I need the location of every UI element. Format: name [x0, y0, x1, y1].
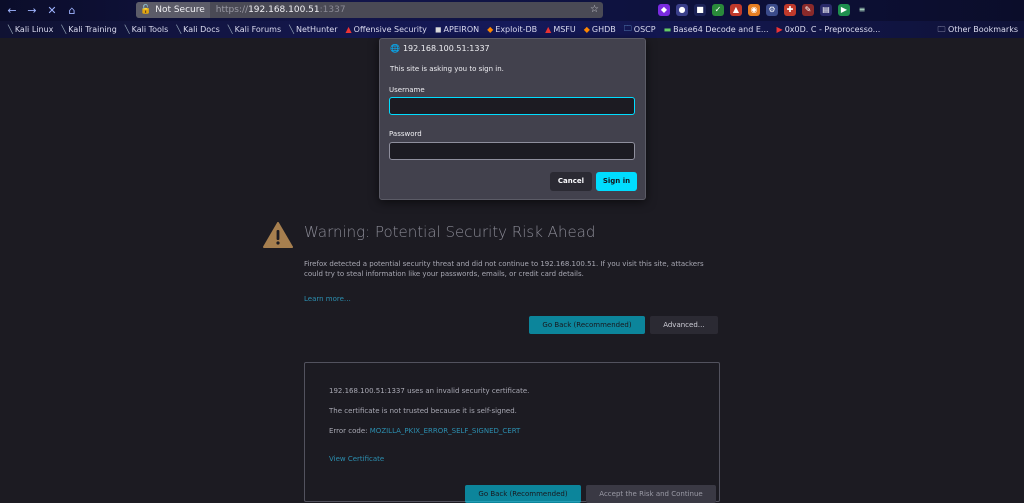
home-button[interactable]: ⌂: [62, 0, 82, 21]
bookmarks-bar: ╲ Kali Linux ╲ Kali Training ╲ Kali Tools ╲ Kal…: [0, 21, 1024, 38]
bookmark-label: OSCP: [633, 25, 656, 34]
username-input[interactable]: [389, 97, 635, 115]
kali-icon: ╲: [289, 25, 294, 34]
menu-icon[interactable]: ≡: [856, 4, 868, 16]
bookmark-label: Kali Forums: [234, 25, 282, 34]
bookmark-item[interactable]: ╲ Kali Linux: [8, 25, 53, 34]
learn-more-link[interactable]: Learn more…: [304, 295, 351, 303]
url-scheme: https://: [215, 5, 249, 15]
extension-icon[interactable]: ▶: [838, 4, 850, 16]
sign-in-button[interactable]: Sign in: [596, 172, 637, 191]
not-secure-label: Not Secure: [155, 5, 205, 15]
extension-icon[interactable]: ⚙: [766, 4, 778, 16]
certificate-details-panel: 192.168.100.51:1337 uses an invalid secu…: [304, 362, 720, 503]
not-secure-indicator[interactable]: 🔓 Not Secure: [136, 2, 210, 18]
forward-button[interactable]: →: [22, 0, 42, 21]
page-title: Warning: Potential Security Risk Ahead: [304, 223, 596, 241]
error-code-line: Error code: MOZILLA_PKIX_ERROR_SELF_SIGN…: [329, 427, 520, 435]
other-bookmarks[interactable]: 🗀 Other Bookmarks: [938, 21, 1019, 38]
bookmark-label: 0x0D. C - Preprocesso...: [784, 25, 881, 34]
bookmark-label: Exploit-DB: [495, 25, 538, 34]
bookmark-label: APEIRON: [443, 25, 480, 34]
cancel-button[interactable]: Cancel: [550, 172, 592, 191]
url-port: :1337: [319, 5, 346, 15]
extension-icon[interactable]: ◆: [658, 4, 670, 16]
extension-icon[interactable]: ●: [676, 4, 688, 16]
kali-icon: ╲: [8, 25, 13, 34]
bookmark-item[interactable]: 🗀 OSCP: [624, 23, 656, 37]
extension-icon[interactable]: ✎: [802, 4, 814, 16]
auth-dialog: 🌐 192.168.100.51:1337 This site is askin…: [379, 38, 646, 200]
bookmark-star-icon[interactable]: ☆: [590, 2, 599, 18]
base64-icon: ▬: [663, 25, 672, 34]
accept-risk-button[interactable]: Accept the Risk and Continue: [586, 485, 716, 503]
advanced-button[interactable]: Advanced…: [650, 316, 718, 334]
dialog-header: 🌐 192.168.100.51:1337: [390, 44, 490, 53]
bookmark-item[interactable]: ◆ GHDB: [584, 25, 616, 34]
bookmark-item[interactable]: ▲ Offensive Security: [346, 25, 427, 34]
bookmark-label: Kali Training: [68, 25, 117, 34]
bookmark-item[interactable]: ◼ APEIRON: [435, 25, 479, 34]
bookmark-item[interactable]: ╲ Kali Tools: [125, 25, 169, 34]
bookmark-item[interactable]: ▶ 0x0D. C - Preprocesso...: [777, 25, 881, 34]
globe-icon: 🌐: [390, 44, 400, 53]
password-input[interactable]: [389, 142, 635, 160]
kali-icon: ╲: [124, 25, 130, 34]
exploitdb-icon: ◆: [487, 25, 494, 34]
extension-icon[interactable]: ▤: [820, 4, 832, 16]
extension-icon[interactable]: ▲: [730, 4, 742, 16]
password-label: Password: [389, 130, 422, 138]
extension-icon[interactable]: ■: [694, 4, 706, 16]
bookmark-item[interactable]: ╲ Kali Training: [61, 25, 116, 34]
bookmark-item[interactable]: ◆ Exploit-DB: [487, 25, 537, 34]
bookmark-item[interactable]: ╲ Kali Docs: [176, 25, 219, 34]
error-code-link[interactable]: MOZILLA_PKIX_ERROR_SELF_SIGNED_CERT: [370, 427, 521, 435]
url-text[interactable]: https://192.168.100.51:1337: [210, 5, 346, 15]
extensions-toolbar: ◆ ● ■ ✓ ▲ ◉ ⚙ ✚ ✎ ▤ ▶ ≡: [658, 4, 868, 16]
bookmark-label: Kali Tools: [131, 25, 169, 34]
bookmark-label: Kali Docs: [183, 25, 220, 34]
kali-icon: ╲: [227, 25, 233, 34]
browser-toolbar: ← → ✕ ⌂ 🔓 Not Secure https://192.168.100…: [0, 0, 1024, 21]
dialog-message: This site is asking you to sign in.: [390, 65, 504, 73]
bookmark-label: MSFU: [553, 25, 576, 34]
offsec-icon: ▲: [345, 25, 352, 34]
cert-reason-line: The certificate is not trusted because i…: [329, 407, 517, 415]
dialog-host: 192.168.100.51:1337: [402, 44, 490, 53]
bookmark-label: Offensive Security: [353, 25, 427, 34]
kali-icon: ╲: [61, 25, 67, 34]
error-description: Firefox detected a potential security th…: [304, 260, 704, 278]
back-button[interactable]: ←: [2, 0, 22, 21]
url-bar[interactable]: 🔓 Not Secure https://192.168.100.51:1337…: [136, 2, 603, 18]
url-host: 192.168.100.51: [248, 5, 320, 15]
cert-error-line: 192.168.100.51:1337 uses an invalid secu…: [329, 387, 530, 395]
go-back-button-secondary[interactable]: Go Back (Recommended): [465, 485, 581, 503]
bookmark-label: NetHunter: [295, 25, 338, 34]
apeiron-icon: ◼: [434, 25, 442, 34]
folder-icon: 🗀: [937, 25, 949, 34]
bookmark-label: Kali Linux: [14, 25, 54, 34]
go-back-button[interactable]: Go Back (Recommended): [529, 316, 645, 334]
kali-icon: ╲: [176, 25, 182, 34]
extension-icon[interactable]: ✚: [784, 4, 796, 16]
youtube-icon: ▶: [776, 25, 783, 34]
bookmark-item[interactable]: ▬ Base64 Decode and E...: [664, 25, 769, 34]
exploitdb-icon: ◆: [583, 25, 590, 34]
other-bookmarks-label: Other Bookmarks: [948, 25, 1018, 34]
bookmark-item[interactable]: ▲ MSFU: [545, 25, 576, 34]
username-label: Username: [389, 86, 425, 94]
warning-icon: [263, 222, 293, 248]
bookmark-label: Base64 Decode and E...: [673, 25, 769, 34]
offsec-icon: ▲: [545, 25, 552, 34]
error-code-prefix: Error code:: [329, 427, 370, 435]
bookmark-item[interactable]: ╲ NetHunter: [289, 25, 337, 34]
bookmark-label: GHDB: [591, 25, 616, 34]
stop-button[interactable]: ✕: [42, 0, 62, 21]
view-certificate-link[interactable]: View Certificate: [329, 455, 384, 463]
folder-icon: 🗀: [623, 23, 632, 33]
insecure-lock-icon: 🔓: [140, 5, 152, 15]
extension-icon[interactable]: ◉: [748, 4, 760, 16]
extension-icon[interactable]: ✓: [712, 4, 724, 16]
bookmark-item[interactable]: ╲ Kali Forums: [228, 25, 281, 34]
